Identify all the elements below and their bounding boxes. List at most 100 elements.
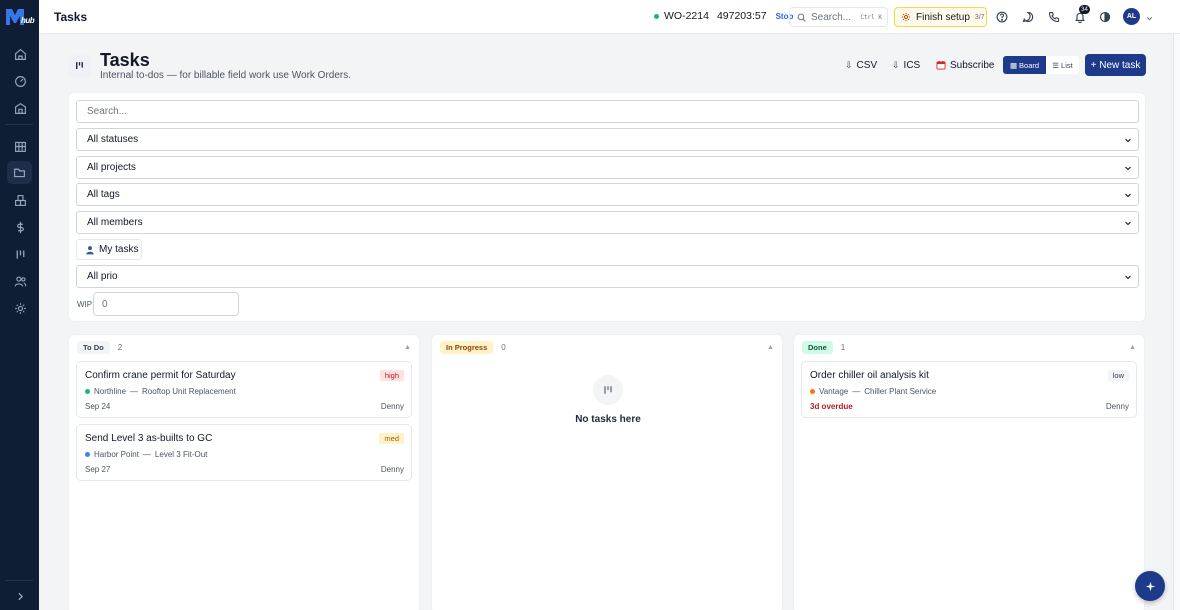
column-count: 1 bbox=[840, 343, 846, 352]
app-logo[interactable]: hub bbox=[4, 7, 35, 27]
new-task-button[interactable]: + New task bbox=[1085, 54, 1146, 76]
person-icon bbox=[86, 245, 94, 254]
subscribe-label: Subscribe bbox=[950, 59, 995, 71]
notifications-badge: 34 bbox=[1079, 5, 1090, 14]
timer-running-dot bbox=[654, 13, 659, 19]
setup-label: Finish setup bbox=[916, 11, 970, 23]
task-project-meta: Vantage — Chiller Plant Service bbox=[810, 387, 936, 396]
priority-badge: med bbox=[379, 433, 404, 444]
sparkle-icon bbox=[1145, 581, 1155, 591]
status-filter-select[interactable]: All statuses bbox=[76, 128, 1139, 151]
my-tasks-toggle[interactable]: My tasks bbox=[76, 239, 142, 260]
status-filter-value: All statuses bbox=[87, 134, 139, 145]
tasks-kanban-icon bbox=[68, 54, 91, 77]
my-tasks-label: My tasks bbox=[99, 244, 139, 255]
folder-icon[interactable] bbox=[7, 161, 32, 184]
task-card[interactable]: Send Level 3 as-builts to GC med Harbor … bbox=[76, 424, 412, 481]
task-project: Rooftop Unit Replacement bbox=[142, 387, 236, 396]
column-sort-icon[interactable]: ▲ bbox=[404, 344, 411, 351]
users-icon[interactable] bbox=[10, 271, 30, 291]
chevron-down-icon[interactable] bbox=[1145, 12, 1154, 21]
user-avatar[interactable]: AL bbox=[1123, 8, 1140, 25]
column-sort-icon[interactable]: ▲ bbox=[767, 344, 774, 351]
dashboard-gauge-icon[interactable] bbox=[10, 71, 30, 91]
priority-filter-select[interactable]: All prio bbox=[76, 265, 1139, 288]
boxes-icon[interactable] bbox=[10, 190, 30, 210]
member-filter-select[interactable]: All members bbox=[76, 211, 1139, 234]
search-shortcut: Ctrl K bbox=[860, 13, 882, 21]
chevron-down-icon bbox=[1125, 166, 1131, 171]
priority-badge: high bbox=[379, 370, 404, 381]
chat-icon[interactable] bbox=[1021, 10, 1035, 24]
store-icon[interactable] bbox=[10, 98, 30, 118]
export-ics-label: ICS bbox=[903, 59, 921, 71]
project-color-dot bbox=[85, 389, 90, 394]
wip-limit-input[interactable]: 0 bbox=[93, 292, 239, 316]
task-assignee: Denny bbox=[380, 402, 404, 411]
column-count: 2 bbox=[117, 343, 123, 352]
setup-progress: 3/7 bbox=[974, 13, 985, 21]
task-assignee: Denny bbox=[1105, 402, 1129, 411]
calendar-icon bbox=[936, 60, 946, 70]
task-search-input[interactable]: Search... bbox=[76, 100, 1139, 123]
task-client: Vantage bbox=[819, 387, 849, 396]
page-title-crumb: Tasks bbox=[54, 10, 88, 24]
task-title: Order chiller oil analysis kit bbox=[810, 370, 929, 381]
column-status-chip: To Do bbox=[77, 341, 110, 354]
chevron-down-icon bbox=[1125, 275, 1131, 280]
view-board-button[interactable]: ▦ Board bbox=[1003, 56, 1046, 74]
tag-filter-value: All tags bbox=[87, 189, 120, 200]
meta-separator: — bbox=[142, 450, 151, 459]
board-column-in-progress: In Progress 0 ▲ No tasks here bbox=[431, 334, 783, 610]
settings-gear-icon[interactable] bbox=[10, 298, 30, 318]
home-icon[interactable] bbox=[10, 44, 30, 64]
member-filter-value: All members bbox=[87, 217, 143, 228]
task-due-date: Sep 24 bbox=[85, 402, 111, 411]
theme-toggle-icon[interactable] bbox=[1098, 10, 1112, 24]
task-due-date: Sep 27 bbox=[85, 465, 111, 474]
task-title: Confirm crane permit for Saturday bbox=[85, 370, 236, 381]
timer-elapsed: 497203:57 bbox=[716, 10, 767, 22]
task-overdue-label: 3d overdue bbox=[810, 402, 853, 411]
list-icon: ☰ bbox=[1052, 60, 1060, 70]
project-filter-value: All projects bbox=[87, 162, 136, 173]
board-column-todo: To Do 2 ▲ Confirm crane permit for Satur… bbox=[68, 334, 420, 610]
project-filter-select[interactable]: All projects bbox=[76, 156, 1139, 179]
finish-setup-button[interactable]: Finish setup 3/7 bbox=[894, 7, 987, 27]
view-list-label: List bbox=[1061, 60, 1073, 70]
column-sort-icon[interactable]: ▲ bbox=[1129, 344, 1136, 351]
task-assignee: Denny bbox=[380, 465, 404, 474]
subscribe-calendar-button[interactable]: Subscribe bbox=[936, 57, 994, 73]
chevron-down-icon bbox=[1125, 138, 1131, 143]
board-grid-icon: ▦ bbox=[1009, 60, 1018, 70]
page-scrollbar[interactable] bbox=[1173, 34, 1180, 610]
dollar-icon[interactable] bbox=[10, 217, 30, 237]
priority-badge: low bbox=[1107, 370, 1129, 381]
view-list-button[interactable]: ☰ List bbox=[1046, 56, 1079, 74]
wip-label: WIP bbox=[77, 300, 93, 309]
view-toggle: ▦ Board ☰ List bbox=[1003, 56, 1079, 74]
meta-separator: — bbox=[130, 387, 139, 396]
export-csv-button[interactable]: ⇩ CSV bbox=[845, 57, 877, 73]
task-client: Harbor Point bbox=[94, 450, 139, 459]
left-rail: hub bbox=[0, 0, 39, 610]
task-card[interactable]: Order chiller oil analysis kit low Vanta… bbox=[801, 361, 1137, 418]
help-icon[interactable] bbox=[995, 10, 1009, 24]
tag-filter-select[interactable]: All tags bbox=[76, 183, 1139, 206]
download-arrow-icon: ⇩ bbox=[845, 59, 853, 70]
timer-work-order[interactable]: WO-2214 bbox=[664, 10, 709, 22]
column-status-chip: Done bbox=[802, 341, 833, 354]
export-csv-label: CSV bbox=[856, 59, 878, 71]
task-project: Level 3 Fit-Out bbox=[154, 450, 208, 459]
task-card[interactable]: Confirm crane permit for Saturday high N… bbox=[76, 361, 412, 418]
export-ics-button[interactable]: ⇩ ICS bbox=[892, 57, 920, 73]
global-search[interactable]: Search... Ctrl K bbox=[789, 7, 888, 27]
expand-rail-chevron-icon[interactable] bbox=[10, 586, 30, 606]
kanban-icon[interactable] bbox=[10, 244, 30, 264]
building-icon[interactable] bbox=[10, 136, 30, 156]
column-header: Done 1 bbox=[802, 341, 845, 354]
assistant-sparkle-button[interactable] bbox=[1135, 571, 1165, 601]
phone-icon[interactable] bbox=[1047, 10, 1061, 24]
column-header: In Progress 0 bbox=[440, 341, 506, 354]
search-icon bbox=[797, 13, 806, 22]
